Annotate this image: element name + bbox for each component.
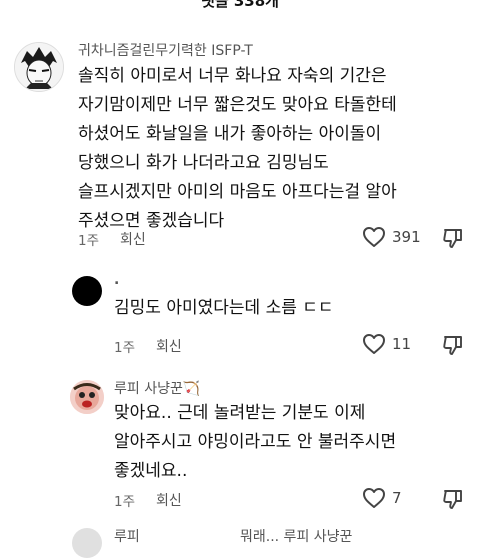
comment-text: 솔직히 아미로서 너무 화나요 자숙의 기간은 자기맘이제만 너무 짧은것도 맞… <box>78 66 397 231</box>
luffy-face-icon <box>70 380 104 414</box>
thumb-down-outline-icon <box>443 336 462 355</box>
heart-outline-icon <box>363 488 385 508</box>
avatar[interactable] <box>72 276 102 306</box>
like-count: 11 <box>392 335 412 353</box>
like-count: 7 <box>392 489 402 507</box>
dislike-button[interactable] <box>442 488 464 510</box>
comment-username[interactable]: 귀차니즘걸린무기력한 ISFP-T <box>78 40 253 60</box>
like-button[interactable]: 391 <box>362 226 421 248</box>
avatar[interactable] <box>72 528 102 558</box>
heart-outline-icon <box>363 227 385 247</box>
dislike-button[interactable] <box>442 227 464 249</box>
comment-count-header: 댓글 338개 <box>201 0 279 10</box>
comment-text: 뭐래... 루피 사냥꾼 <box>240 529 353 545</box>
avatar[interactable] <box>14 42 64 92</box>
comment-username[interactable]: 루피 사냥꾼🏹 <box>114 378 200 398</box>
reply-button[interactable]: 회신 <box>120 229 146 249</box>
reply-button[interactable]: 회신 <box>156 336 182 356</box>
heart-outline-icon <box>363 334 385 354</box>
like-button[interactable]: 11 <box>362 333 411 355</box>
anime-portrait-icon <box>15 43 63 91</box>
comment-time: 1주 <box>114 494 136 510</box>
thumb-down-outline-icon <box>443 490 462 509</box>
comment-username[interactable]: 루피 <box>114 526 140 546</box>
reply-button[interactable]: 회신 <box>156 490 182 510</box>
like-count: 391 <box>392 228 421 246</box>
thumb-down-outline-icon <box>443 229 462 248</box>
comment-username[interactable]: . <box>114 272 119 288</box>
avatar[interactable] <box>70 380 104 414</box>
comment-text: 맞아요.. 근데 놀려받는 기분도 이제 알아주시고 야밍이라고도 안 불러주시… <box>114 403 397 481</box>
comment-text: 김밍도 아미였다는데 소름 ㄷㄷ <box>114 298 334 318</box>
comment-time: 1주 <box>78 233 100 249</box>
comment-time: 1주 <box>114 340 136 356</box>
like-button[interactable]: 7 <box>362 487 402 509</box>
dislike-button[interactable] <box>442 334 464 356</box>
